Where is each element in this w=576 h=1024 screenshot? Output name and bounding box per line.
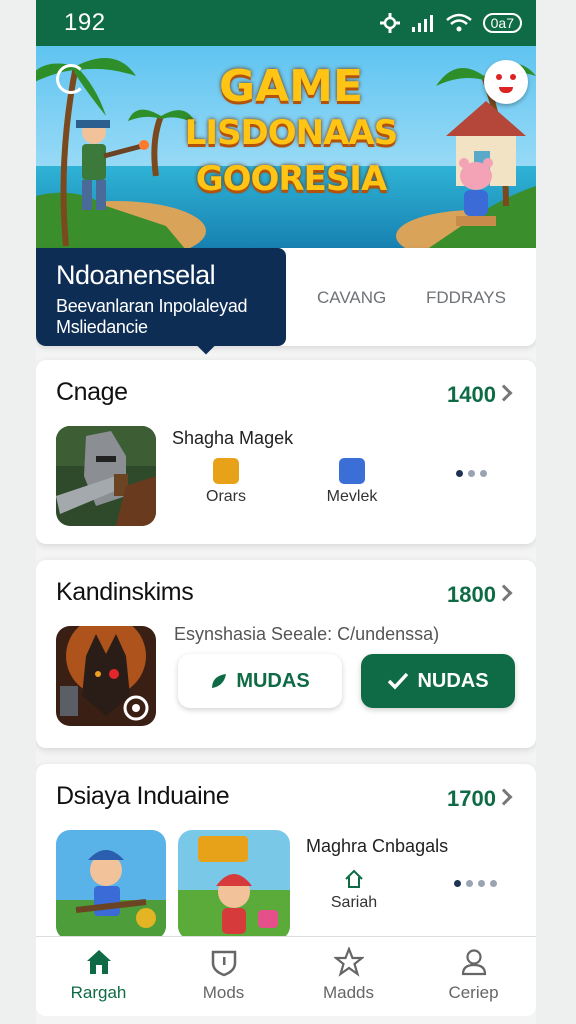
card-1-app-orars-label: Orars — [206, 488, 246, 505]
mudas-button[interactable]: MUDAS — [178, 654, 342, 708]
nav-item-mods[interactable]: Mods — [161, 937, 286, 1016]
mascot-avatar-icon[interactable] — [484, 60, 528, 104]
leaf-icon — [212, 674, 227, 688]
game-app-icon — [213, 458, 239, 484]
card-3-app-sariah-label: Sariah — [330, 894, 378, 911]
card-2-count[interactable]: 1800 — [447, 582, 496, 608]
card-2-subtitle: Esynshasia Seeale: C/undenssa) — [174, 624, 440, 644]
nav-label-rargah: Rargah — [70, 983, 127, 1002]
chevron-right-icon[interactable] — [495, 384, 513, 402]
game-thumbnail-knight[interactable] — [56, 426, 156, 526]
star-icon — [333, 947, 364, 977]
card-1-subtitle: Shagha Magek — [172, 428, 294, 448]
more-options-icon[interactable] — [454, 880, 497, 887]
shield-icon — [211, 950, 236, 977]
status-time: 192 — [64, 9, 106, 36]
nav-label-madds: Madds — [322, 983, 375, 1002]
tab-active-featured[interactable]: Ndoanenselal Beevanlaran Inpolaleyad Msl… — [36, 248, 286, 346]
tab-cavang[interactable]: CAVANG — [317, 288, 386, 308]
chart-app-icon — [339, 458, 365, 484]
wifi-icon — [445, 13, 472, 32]
refresh-icon[interactable] — [56, 64, 86, 94]
nudas-button-label: NUDAS — [417, 669, 489, 692]
category-tabs: Ndoanenselal Beevanlaran Inpolaleyad Msl… — [36, 248, 536, 346]
card-3-count[interactable]: 1700 — [447, 786, 496, 812]
section-card-2: Kandinskims 1800 Esynshasia Seeale: C/un… — [36, 560, 536, 748]
bottom-navigation: Rargah Mods Madds Ceriep — [36, 936, 536, 1016]
app-screen: 192 0a7 GAME LISDONAAS GOORESIA Ndoanens… — [36, 0, 536, 1024]
card-3-subtitle: Maghra Cnbagals — [306, 836, 449, 856]
nav-item-rargah[interactable]: Rargah — [36, 937, 161, 1016]
nav-item-madds[interactable]: Madds — [286, 937, 411, 1016]
nav-label-mods: Mods — [202, 983, 245, 1002]
settings-icon — [379, 13, 400, 33]
hero-title-line2: LISDONAAS — [184, 113, 399, 153]
nudas-button[interactable]: NUDAS — [361, 654, 515, 708]
nav-label-ceriep: Ceriep — [448, 983, 499, 1002]
tab-active-subtitle-1: Beevanlaran Inpolaleyad — [56, 296, 248, 316]
hero-title-line3: GOORESIA — [195, 159, 388, 199]
card-1-app-orars[interactable]: Orars — [186, 458, 266, 506]
card-3-title: Dsiaya Induaine — [56, 782, 230, 810]
card-1-title: Cnage — [56, 378, 128, 406]
status-bar: 192 0a7 — [36, 0, 536, 46]
tab-fddrays[interactable]: FDDRAYS — [426, 288, 506, 308]
status-icons: 0a7 — [379, 12, 522, 34]
battery-indicator: 0a7 — [482, 13, 522, 33]
chevron-right-icon[interactable] — [495, 584, 513, 602]
card-1-count[interactable]: 1400 — [447, 382, 496, 408]
home-icon — [86, 950, 111, 974]
game-thumbnail-girl[interactable] — [178, 830, 290, 940]
tab-active-subtitle-2: Msliedancie — [56, 317, 148, 337]
hero-title-line1: GAME — [218, 61, 363, 112]
card-1-app-mevlek-label: Mevlek — [326, 488, 378, 505]
tab-active-title: Ndoanenselal — [56, 260, 216, 290]
hero-banner[interactable]: GAME LISDONAAS GOORESIA — [36, 46, 536, 250]
card-2-title: Kandinskims — [56, 578, 194, 606]
home-outline-icon — [345, 869, 363, 888]
chevron-right-icon[interactable] — [495, 788, 513, 806]
user-icon — [461, 949, 486, 976]
checkmark-icon — [388, 672, 409, 690]
signal-icon — [411, 15, 433, 32]
game-thumbnail-builder[interactable] — [56, 830, 166, 940]
more-options-icon[interactable] — [456, 470, 487, 477]
hero-title: GAME LISDONAAS GOORESIA — [176, 64, 406, 202]
card-1-app-mevlek[interactable]: Mevlek — [312, 458, 392, 506]
game-thumbnail-wolf[interactable] — [56, 626, 156, 726]
section-card-1: Cnage 1400 Shagha Magek Orars Mevlek — [36, 360, 536, 544]
card-3-app-sariah[interactable]: Sariah — [314, 868, 394, 912]
mudas-button-label: MUDAS — [236, 669, 310, 692]
nav-item-ceriep[interactable]: Ceriep — [411, 937, 536, 1016]
